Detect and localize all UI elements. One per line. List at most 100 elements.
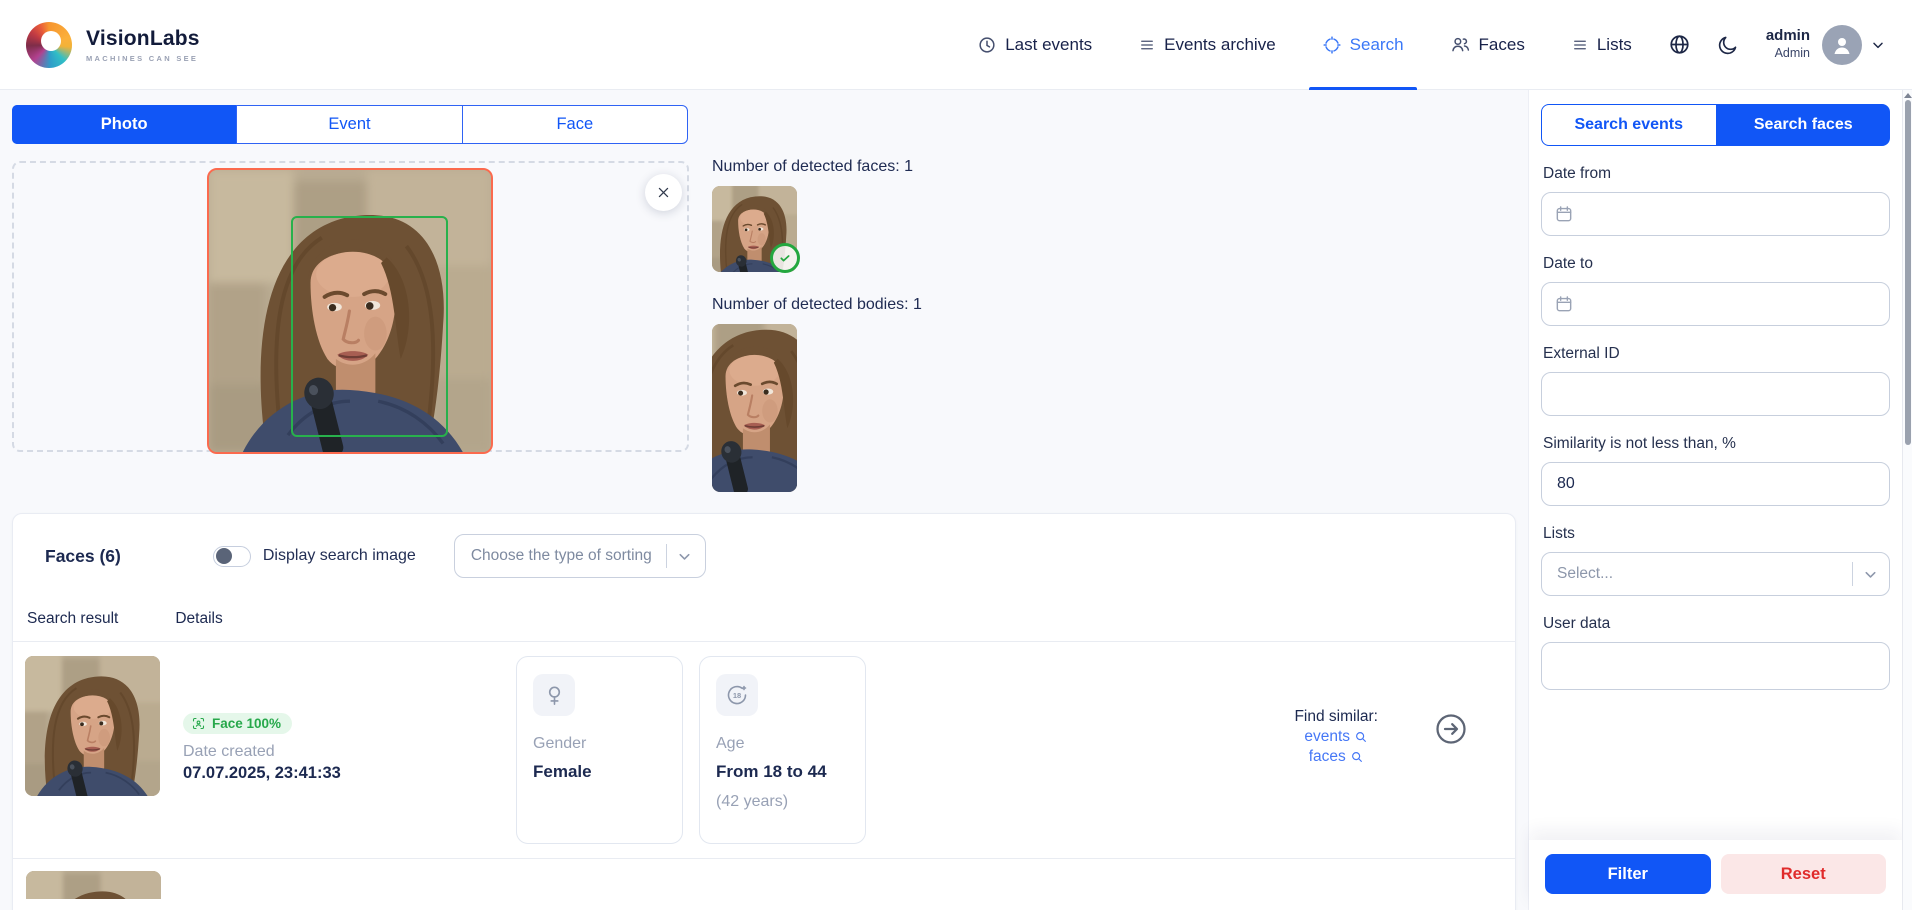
face-scan-icon bbox=[191, 716, 206, 731]
result-row: Face 100% Date created 07.07.2025, 23:41… bbox=[13, 642, 1515, 858]
lists-select[interactable]: Select... bbox=[1541, 552, 1890, 596]
close-icon bbox=[656, 185, 671, 200]
toggle-label: Display search image bbox=[263, 547, 416, 565]
user-data-input[interactable] bbox=[1541, 642, 1890, 690]
user-menu-chevron[interactable] bbox=[1870, 37, 1886, 53]
date-created-value: 07.07.2025, 23:41:33 bbox=[183, 764, 516, 783]
magnifier-icon bbox=[1354, 730, 1368, 744]
tab-label: Search faces bbox=[1754, 116, 1853, 134]
main-nav: Last events Events archive Search Faces … bbox=[954, 0, 1655, 89]
toggle-switch[interactable] bbox=[213, 546, 251, 567]
crosshair-icon bbox=[1322, 35, 1342, 55]
date-from-input[interactable] bbox=[1541, 192, 1890, 236]
person-icon bbox=[1830, 33, 1854, 57]
nav-label: Lists bbox=[1597, 35, 1632, 55]
nav-lists[interactable]: Lists bbox=[1548, 0, 1655, 89]
detected-faces-label: Number of detected faces: 1 bbox=[712, 158, 1132, 176]
nav-last-events[interactable]: Last events bbox=[954, 0, 1115, 89]
age-card: 18 Age From 18 to 44 (42 years) bbox=[699, 656, 866, 844]
app-header: VisionLabs MACHINES CAN SEE Last events … bbox=[0, 0, 1912, 90]
calendar-icon bbox=[1554, 204, 1574, 224]
sidebar-footer: Filter Reset bbox=[1529, 840, 1902, 910]
find-similar-block: Find similar: events faces bbox=[1294, 656, 1378, 766]
scrollbar-thumb[interactable] bbox=[1905, 100, 1911, 445]
tab-search-result[interactable]: Search result bbox=[27, 610, 118, 641]
clock-icon bbox=[977, 35, 997, 55]
results-title: Faces (6) bbox=[45, 546, 121, 567]
tab-search-faces[interactable]: Search faces bbox=[1717, 104, 1891, 146]
user-info: admin Admin bbox=[1766, 27, 1810, 61]
display-search-image-toggle[interactable]: Display search image bbox=[213, 546, 416, 567]
age-detail: (42 years) bbox=[716, 793, 849, 811]
chevron-down-icon bbox=[676, 548, 693, 565]
badge-label: Face 100% bbox=[212, 716, 281, 731]
remove-photo-button[interactable] bbox=[645, 174, 682, 211]
nav-events-archive[interactable]: Events archive bbox=[1115, 0, 1299, 89]
calendar-icon bbox=[1554, 294, 1574, 314]
results-card: Faces (6) Display search image Choose th… bbox=[12, 513, 1516, 910]
tab-label: Face bbox=[556, 115, 593, 134]
sorting-dropdown[interactable]: Choose the type of sorting bbox=[454, 534, 706, 578]
detected-body-thumbnail[interactable] bbox=[712, 324, 797, 492]
find-similar-faces-link[interactable]: faces bbox=[1294, 748, 1378, 766]
find-similar-events-link[interactable]: events bbox=[1294, 728, 1378, 746]
nav-label: Last events bbox=[1005, 35, 1092, 55]
find-similar-label: Find similar: bbox=[1294, 708, 1378, 726]
open-result-button[interactable] bbox=[1433, 711, 1469, 747]
scrollbar-up-arrow-icon[interactable] bbox=[1904, 93, 1912, 98]
age-value: From 18 to 44 bbox=[716, 762, 849, 782]
people-icon bbox=[1450, 34, 1471, 55]
chevron-down-icon bbox=[1862, 566, 1879, 583]
list-icon bbox=[1138, 36, 1156, 54]
page-scrollbar bbox=[1902, 90, 1912, 910]
tab-label: Photo bbox=[101, 115, 148, 134]
nav-faces[interactable]: Faces bbox=[1427, 0, 1548, 89]
check-circle-icon bbox=[770, 243, 800, 273]
tab-label: Event bbox=[328, 115, 370, 134]
tab-event[interactable]: Event bbox=[236, 106, 461, 143]
visionlabs-logo-icon bbox=[26, 22, 72, 68]
divider bbox=[1852, 562, 1853, 586]
age-label: Age bbox=[716, 735, 849, 753]
link-label: faces bbox=[1309, 748, 1346, 766]
result-face-thumbnail[interactable] bbox=[26, 871, 161, 899]
face-similarity-badge: Face 100% bbox=[183, 713, 292, 734]
globe-icon bbox=[1668, 33, 1691, 56]
search-filters-sidebar: Search events Search faces Date from Dat… bbox=[1528, 90, 1902, 910]
toggle-knob bbox=[216, 548, 232, 564]
filter-button[interactable]: Filter bbox=[1545, 854, 1711, 894]
reset-button[interactable]: Reset bbox=[1721, 854, 1887, 894]
user-data-label: User data bbox=[1543, 615, 1890, 633]
link-label: events bbox=[1304, 728, 1350, 746]
moon-icon bbox=[1717, 34, 1739, 56]
tab-details[interactable]: Details bbox=[175, 610, 222, 641]
external-id-label: External ID bbox=[1543, 345, 1890, 363]
result-face-thumbnail[interactable] bbox=[25, 656, 160, 796]
user-avatar[interactable] bbox=[1822, 25, 1862, 65]
date-from-label: Date from bbox=[1543, 165, 1890, 183]
gender-card: Gender Female bbox=[516, 656, 683, 844]
date-to-label: Date to bbox=[1543, 255, 1890, 273]
gender-label: Gender bbox=[533, 735, 666, 753]
similarity-input[interactable] bbox=[1541, 462, 1890, 506]
user-role: Admin bbox=[1775, 45, 1810, 61]
photo-dropzone[interactable] bbox=[12, 161, 689, 452]
dark-mode-button[interactable] bbox=[1704, 34, 1752, 56]
language-globe-button[interactable] bbox=[1655, 33, 1704, 56]
brand-name: VisionLabs bbox=[86, 27, 200, 51]
lists-placeholder: Select... bbox=[1557, 565, 1846, 583]
date-to-input[interactable] bbox=[1541, 282, 1890, 326]
lists-label: Lists bbox=[1543, 525, 1890, 543]
nav-search[interactable]: Search bbox=[1299, 0, 1427, 89]
tab-face[interactable]: Face bbox=[462, 106, 687, 143]
sidebar-tabs: Search events Search faces bbox=[1541, 104, 1890, 146]
external-id-input[interactable] bbox=[1541, 372, 1890, 416]
list-icon bbox=[1571, 36, 1589, 54]
tab-label: Search events bbox=[1574, 116, 1683, 134]
similarity-label: Similarity is not less than, % bbox=[1543, 435, 1890, 453]
date-created-label: Date created bbox=[183, 743, 516, 761]
face-bounding-box bbox=[291, 216, 448, 437]
result-row bbox=[13, 859, 1515, 899]
tab-search-events[interactable]: Search events bbox=[1541, 104, 1717, 146]
tab-photo[interactable]: Photo bbox=[12, 105, 236, 144]
